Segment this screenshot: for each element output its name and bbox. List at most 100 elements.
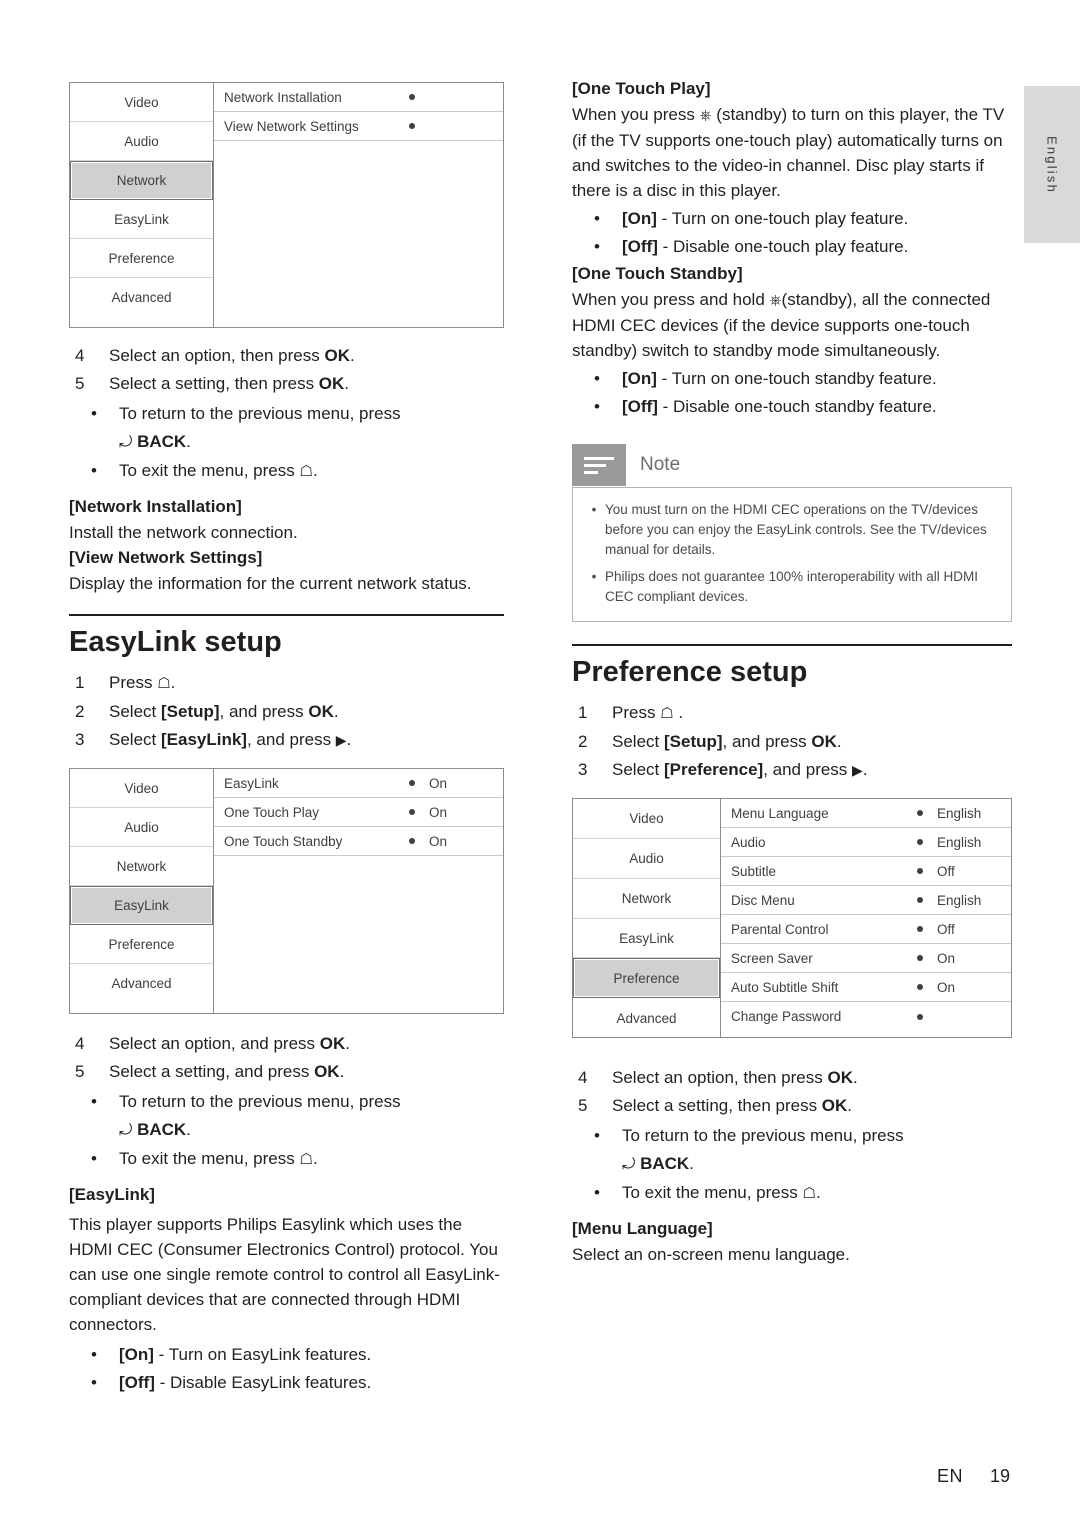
view-network-settings-text: Display the information for the current …: [69, 574, 472, 593]
step-number: 3: [75, 730, 85, 749]
step: 5 Select a setting, then press OK.: [69, 370, 504, 398]
option-label: One Touch Standby: [224, 833, 343, 849]
note-text: You must turn on the HDMI CEC operations…: [605, 502, 987, 557]
steps-preference-2: 4 Select an option, then press OK. 5 Sel…: [572, 1064, 1012, 1208]
option-label: Subtitle: [731, 863, 777, 879]
back-arrow-icon: ⤿: [119, 434, 133, 451]
step-text: Select an option, and press OK.: [109, 1034, 350, 1053]
menu-language-block: [Menu Language] Select an on-screen menu…: [572, 1216, 1012, 1267]
step: 4 Select an option, then press OK.: [69, 342, 504, 370]
option-value: On: [429, 775, 448, 791]
step: 3 Select [EasyLink], and press ▶.: [69, 726, 504, 754]
menu-item-preference: Preference: [70, 239, 213, 278]
otp-text-a: When you press: [572, 105, 700, 124]
bullet-dot-icon: [409, 94, 415, 100]
bullet-marker: •: [594, 1126, 600, 1145]
menu-item-advanced: Advanced: [111, 290, 172, 305]
setup-menu-list: Video Audio Network EasyLink Preference …: [70, 83, 214, 327]
bullet-text: To exit the menu, press ☖.: [622, 1183, 821, 1202]
option-label: EasyLink: [224, 775, 279, 791]
option-label: Network Installation: [224, 89, 342, 105]
back-arrow-icon: ⤿: [622, 1156, 636, 1173]
step-number: 4: [75, 346, 85, 365]
step: 2 Select [Setup], and press OK.: [572, 728, 1012, 756]
option-value: Off: [937, 863, 955, 879]
option-row: Screen Saver On: [721, 944, 1011, 973]
bullet-marker: •: [594, 209, 600, 228]
menu-item-video: Video: [70, 769, 213, 808]
bullet-item: • To return to the previous menu, press: [69, 1088, 504, 1116]
step-text: Press ☖.: [109, 673, 176, 692]
right-arrow-icon: ▶: [852, 762, 863, 778]
network-installation-text: Install the network connection.: [69, 523, 298, 542]
option-desc: - Disable EasyLink features.: [154, 1373, 372, 1392]
menu-item-easylink: EasyLink: [70, 886, 213, 925]
option-label: Menu Language: [731, 805, 829, 821]
home-icon: ☖: [157, 675, 171, 692]
language-side-tab-label: English: [1044, 135, 1060, 194]
bullet-text: To exit the menu, press ☖.: [119, 461, 318, 480]
menu-item-video: Video: [70, 83, 213, 122]
menu-item-network: Network: [70, 847, 213, 886]
easylink-paragraph: This player supports Philips Easylink wh…: [69, 1215, 500, 1334]
option-value: English: [937, 834, 982, 850]
bullet-item: • To return to the previous menu, press: [572, 1122, 1012, 1150]
option-key: [On]: [622, 209, 657, 228]
step: 5 Select a setting, then press OK.: [572, 1092, 1012, 1120]
note-body: • You must turn on the HDMI CEC operatio…: [572, 487, 1012, 622]
bullet-item: • [Off] - Disable one-touch standby feat…: [572, 393, 1012, 421]
bullet-text-inner: To exit the menu, press: [119, 1149, 295, 1168]
bullet-text: [Off] - Disable one-touch standby featur…: [622, 393, 1012, 421]
footer-page-number: 19: [989, 1466, 1010, 1486]
bullet-marker: •: [594, 397, 600, 416]
option-desc: - Disable one-touch standby feature.: [657, 397, 937, 416]
steps-easylink: 1 Press ☖. 2 Select [Setup], and press O…: [69, 669, 504, 754]
option-key: [Off]: [622, 237, 658, 256]
option-desc: - Turn on one-touch play feature.: [656, 209, 909, 228]
view-network-settings-heading: [View Network Settings]: [69, 548, 263, 567]
one-touch-play-heading: [One Touch Play]: [572, 79, 711, 98]
back-key-line: ⤿ BACK.: [572, 1150, 1012, 1179]
left-column: Video Audio Network EasyLink Preference …: [69, 82, 504, 1397]
note-item: • Philips does not guarantee 100% intero…: [583, 567, 997, 607]
standby-icon: ⎈: [699, 107, 712, 124]
bullet-marker: •: [591, 569, 597, 584]
option-desc: - Turn on one-touch standby feature.: [656, 369, 937, 388]
setup-menu-list: Video Audio Network EasyLink Preference …: [573, 799, 721, 1037]
setup-screenshot-easylink: Video Audio Network EasyLink Preference …: [69, 768, 504, 1014]
bullet-item: • To exit the menu, press ☖.: [69, 457, 504, 486]
step: 1 Press ☖ .: [572, 699, 1012, 728]
step-bullets: • To return to the previous menu, press …: [69, 1088, 504, 1174]
preference-setup-title: Preference setup: [572, 656, 808, 688]
menu-item-audio: Audio: [573, 839, 720, 879]
back-key-line: ⤿ BACK.: [69, 428, 504, 457]
step-bullets: • To return to the previous menu, press …: [69, 400, 504, 486]
home-icon: ☖: [660, 705, 674, 722]
menu-item-advanced: Advanced: [111, 976, 172, 991]
bullet-marker: •: [91, 404, 97, 423]
one-touch-play-paragraph: When you press ⎈ (standby) to turn on th…: [572, 102, 1012, 203]
step: 1 Press ☖.: [69, 669, 504, 698]
menu-item-network: Network: [70, 161, 213, 200]
option-row: Network Installation: [214, 83, 503, 112]
option-row: Auto Subtitle Shift On: [721, 973, 1011, 1002]
step-text: Select [EasyLink], and press ▶.: [109, 730, 352, 749]
menu-language-text: Select an on-screen menu language.: [572, 1245, 850, 1264]
step-text: Select [Setup], and press OK.: [612, 732, 842, 751]
page: English Video Audio Network EasyLink Pre…: [0, 0, 1080, 1527]
option-value: On: [429, 804, 448, 820]
option-row: One Touch Play On: [214, 798, 503, 827]
bullet-marker: •: [91, 461, 97, 480]
bullet-item: • [On] - Turn on one-touch standby featu…: [572, 365, 1012, 393]
option-value: On: [429, 833, 448, 849]
bullet-marker: •: [91, 1373, 97, 1392]
bullet-dot-icon: [409, 123, 415, 129]
step: 2 Select [Setup], and press OK.: [69, 698, 504, 726]
step-text: Select an option, then press OK.: [109, 346, 355, 365]
bullet-text-inner: To exit the menu, press: [622, 1183, 798, 1202]
option-key: [On]: [622, 369, 657, 388]
step-number: 3: [578, 760, 588, 779]
step-text: Select [Preference], and press ▶.: [612, 760, 868, 779]
step-text: Select an option, then press OK.: [612, 1068, 858, 1087]
menu-item-preference: Preference: [70, 925, 213, 964]
